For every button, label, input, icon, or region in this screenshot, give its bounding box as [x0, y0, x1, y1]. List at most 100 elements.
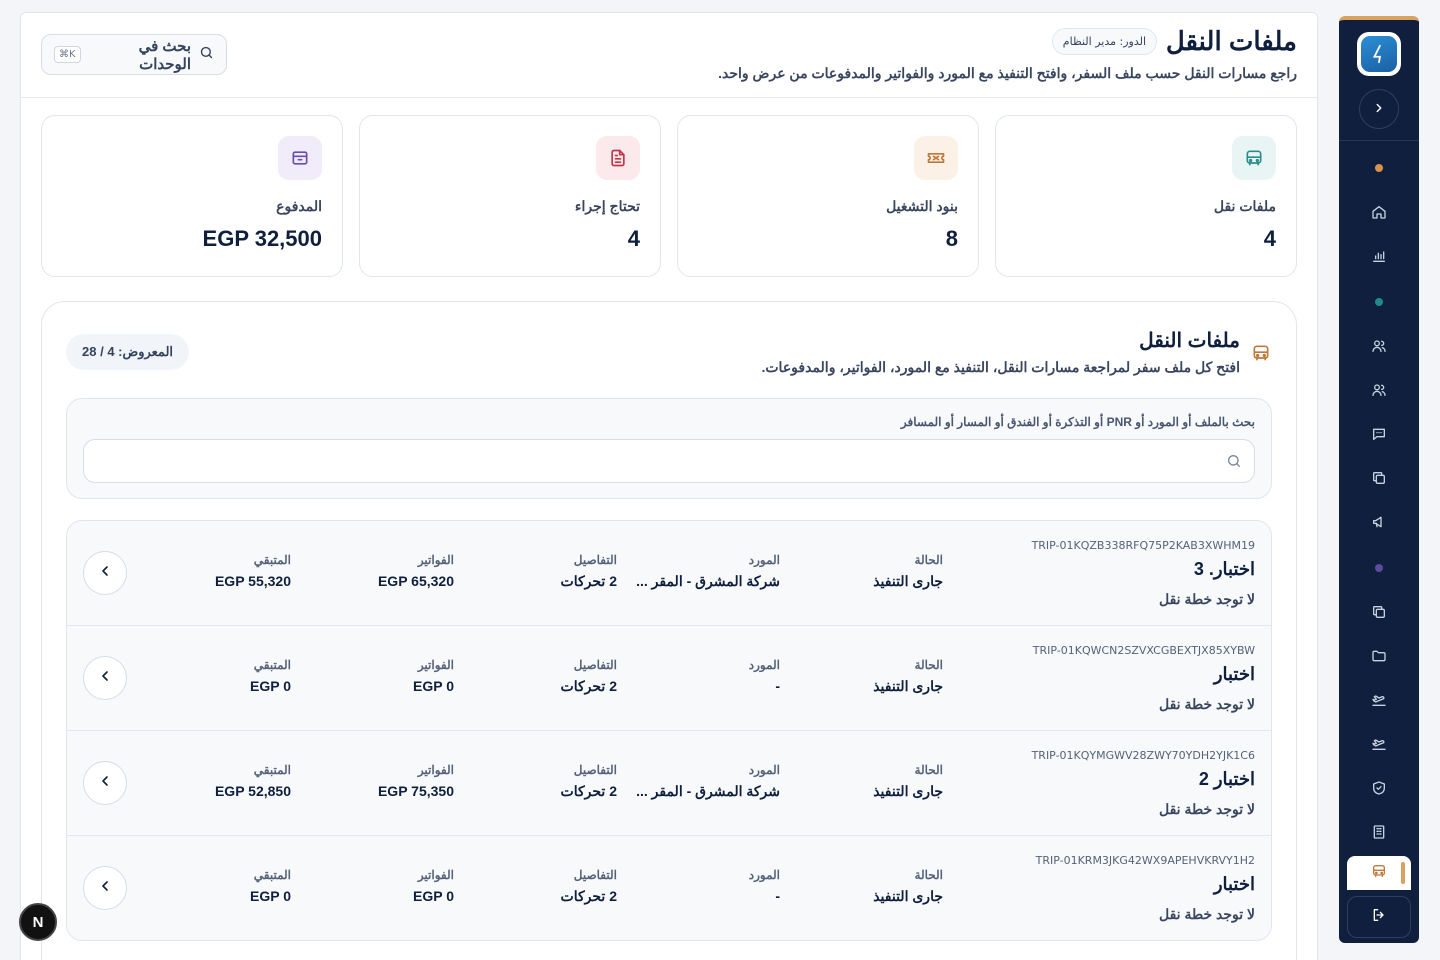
open-file-button[interactable] — [83, 866, 127, 910]
chevron-left-icon — [97, 563, 113, 583]
details-cell: التفاصيل 2 تحركات — [561, 763, 617, 800]
column-header: الفواتير — [417, 763, 454, 777]
vendor-value: - — [775, 678, 780, 694]
column-header: المورد — [748, 658, 780, 672]
column-header: الفواتير — [417, 553, 454, 567]
dev-tools-badge[interactable]: N — [19, 903, 57, 941]
logout-icon — [1371, 907, 1387, 927]
table-row[interactable]: TRIP-01KQZB338RFQ75P2KAB3XWHM19 اختبار. … — [67, 521, 1271, 626]
vendor-value: - — [775, 888, 780, 904]
stat-label: المدفوع — [276, 198, 322, 214]
column-header: الحالة — [914, 868, 943, 882]
remaining-cell: المتبقي EGP 55,320 — [215, 553, 291, 589]
chevron-right-icon — [1372, 100, 1386, 119]
users-icon[interactable] — [1367, 334, 1391, 358]
column-header: المورد — [748, 553, 780, 567]
remaining-value: EGP 55,320 — [214, 573, 291, 589]
copy-icon[interactable] — [1367, 466, 1391, 490]
transport-files-section: ملفات النقل افتح كل ملف سفر لمراجعة مسار… — [41, 301, 1297, 960]
files-search-panel: بحث بالملف أو المورد أو PNR أو التذكرة أ… — [66, 398, 1272, 499]
remaining-value: EGP 0 — [250, 678, 291, 694]
megaphone-icon[interactable] — [1367, 510, 1391, 534]
app-logo[interactable] — [1357, 32, 1401, 76]
trip-name: اختبار — [1213, 664, 1255, 684]
flight-icon[interactable] — [1367, 688, 1391, 712]
building-icon[interactable] — [1367, 820, 1391, 844]
sidebar-divider — [1339, 140, 1419, 141]
remaining-value: EGP 0 — [250, 888, 291, 904]
files-search-input[interactable] — [83, 439, 1255, 483]
details-value: 2 تحركات — [560, 888, 617, 904]
status-value: جارى التنفيذ — [873, 573, 943, 589]
invoices-value: EGP 65,320 — [377, 573, 454, 589]
stat-value: 4 — [627, 226, 640, 251]
unit-search-button[interactable]: بحث في الوحدات ⌘K — [41, 34, 227, 75]
shield-check-icon[interactable] — [1367, 776, 1391, 800]
chart-icon[interactable] — [1367, 244, 1391, 268]
section-dot — [1375, 564, 1383, 572]
chevron-left-icon — [97, 668, 113, 688]
section-subtitle: افتح كل ملف سفر لمراجعة مسارات النقل، ال… — [761, 359, 1240, 375]
invoices-cell: الفواتير EGP 65,320 — [378, 553, 454, 589]
vendor-value: شركة المشرق - المقر ... — [636, 783, 780, 799]
stat-value: 8 — [945, 226, 958, 251]
trip-name: اختبار 2 — [1198, 769, 1255, 789]
section-dot — [1375, 298, 1383, 306]
trip-plan: لا توجد خطة نقل — [1158, 801, 1255, 817]
document-icon — [596, 136, 640, 180]
top-bar: ملفات النقل الدور: مدير النظام راجع مسار… — [21, 13, 1317, 98]
bus-icon — [1250, 342, 1272, 364]
trip-plan: لا توجد خطة نقل — [1158, 906, 1255, 922]
logout-button[interactable] — [1347, 896, 1411, 938]
details-cell: التفاصيل 2 تحركات — [561, 868, 617, 905]
open-file-button[interactable] — [83, 656, 127, 700]
search-icon — [1226, 453, 1242, 473]
stat-label: ملفات نقل — [1213, 198, 1276, 214]
open-file-button[interactable] — [83, 761, 127, 805]
column-header: التفاصيل — [573, 868, 617, 882]
badge-letter: N — [32, 913, 44, 931]
trip-name: اختبار. 3 — [1193, 559, 1255, 579]
files-list: TRIP-01KQZB338RFQ75P2KAB3XWHM19 اختبار. … — [66, 520, 1272, 941]
vendor-cell: المورد - — [630, 658, 780, 694]
table-row[interactable]: TRIP-01KRM3JKG42WX9APEHVKRVY1H2 اختبار ل… — [67, 836, 1271, 940]
column-header: التفاصيل — [573, 658, 617, 672]
folder-icon[interactable] — [1367, 644, 1391, 668]
users-icon[interactable] — [1367, 378, 1391, 402]
chat-icon[interactable] — [1367, 422, 1391, 446]
role-badge: الدور: مدير النظام — [1051, 28, 1157, 55]
chevron-left-icon — [97, 878, 113, 898]
vendor-value: شركة المشرق - المقر ... — [636, 573, 780, 589]
remaining-cell: المتبقي EGP 52,850 — [215, 763, 291, 799]
column-header: التفاصيل — [573, 553, 617, 567]
stat-card-operation-items: بنود التشغيل 8 — [677, 115, 979, 277]
column-header: المتبقي — [253, 763, 291, 777]
flight-icon[interactable] — [1367, 732, 1391, 756]
shortcut-hint: ⌘K — [54, 46, 81, 63]
column-header: المتبقي — [253, 553, 291, 567]
sidebar-item-transport-active[interactable] — [1347, 856, 1411, 890]
column-header: المتبقي — [253, 658, 291, 672]
table-row[interactable]: TRIP-01KQYMGWV28ZWY70YDH2YJK1C6 اختبار 2… — [67, 731, 1271, 836]
stat-value: EGP 32,500 — [202, 226, 322, 251]
wallet-icon — [278, 136, 322, 180]
unit-search-label: بحث في الوحدات — [138, 37, 191, 73]
trip-code: TRIP-01KQWCN2SZVXCGBEXTJX85XYBW — [1032, 644, 1255, 657]
active-indicator — [1401, 862, 1405, 884]
copy-icon[interactable] — [1367, 600, 1391, 624]
main-panel: ملفات النقل الدور: مدير النظام راجع مسار… — [20, 12, 1318, 960]
sidebar-collapse-button[interactable] — [1359, 89, 1399, 129]
table-row[interactable]: TRIP-01KQWCN2SZVXCGBEXTJX85XYBW اختبار ل… — [67, 626, 1271, 731]
details-cell: التفاصيل 2 تحركات — [561, 553, 617, 590]
stat-card-needs-action: تحتاج إجراء 4 — [359, 115, 661, 277]
invoices-cell: الفواتير EGP 0 — [413, 868, 454, 904]
column-header: المورد — [748, 763, 780, 777]
trip-code: TRIP-01KQYMGWV28ZWY70YDH2YJK1C6 — [1031, 749, 1255, 762]
trip-name: اختبار — [1213, 874, 1255, 894]
status-value: جارى التنفيذ — [873, 678, 943, 694]
page-subtitle: راجع مسارات النقل حسب ملف السفر، وافتح ا… — [718, 65, 1297, 81]
search-label: بحث بالملف أو المورد أو PNR أو التذكرة أ… — [900, 415, 1255, 429]
home-icon[interactable] — [1367, 200, 1391, 224]
open-file-button[interactable] — [83, 551, 127, 595]
invoices-value: EGP 0 — [413, 678, 454, 694]
